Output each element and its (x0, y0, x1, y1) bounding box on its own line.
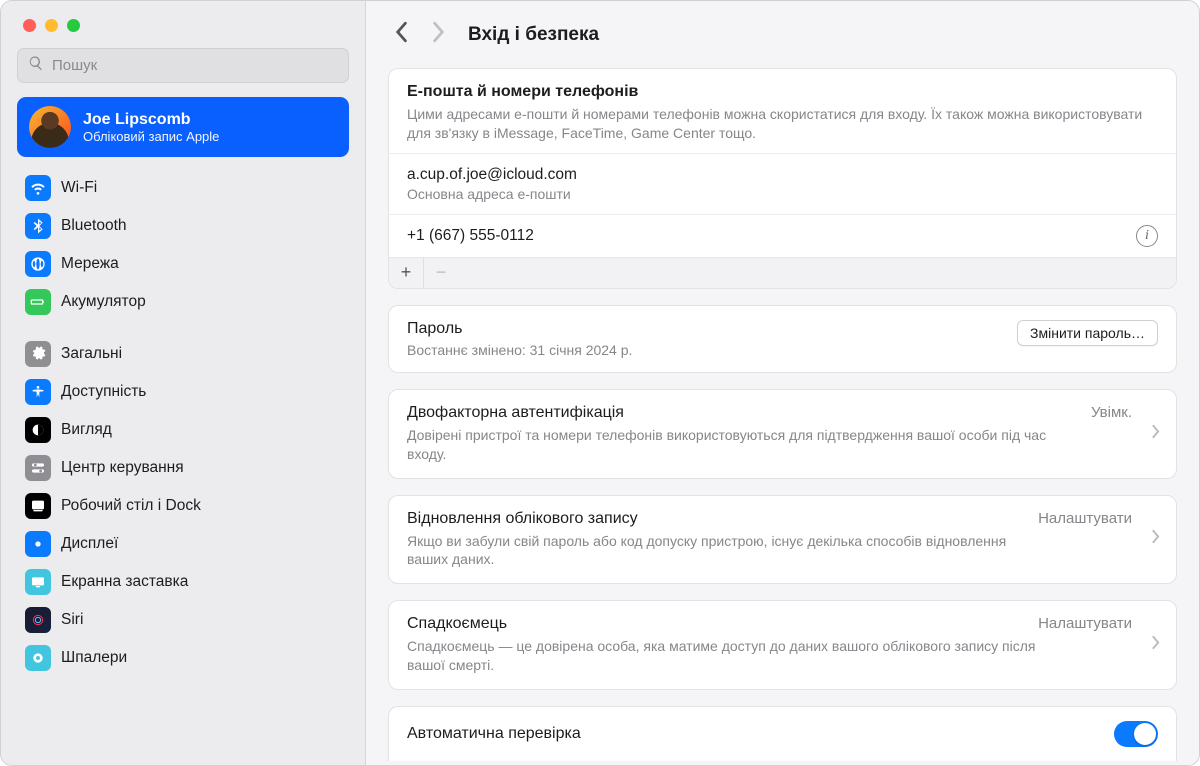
contacts-card: Е-пошта й номери телефонів Цими адресами… (388, 68, 1177, 289)
main-content: Вхід і безпека Е-пошта й номери телефоні… (366, 1, 1199, 765)
info-icon[interactable]: i (1136, 225, 1158, 247)
search-icon (28, 55, 44, 76)
globe-icon (25, 251, 51, 277)
recovery-title: Відновлення облікового запису (407, 510, 1132, 528)
change-password-button[interactable]: Змінити пароль… (1017, 320, 1158, 346)
sidebar-item-label: Загальні (61, 345, 122, 363)
sidebar-item-label: Мережа (61, 255, 119, 273)
legacy-status: Налаштувати (1038, 615, 1132, 632)
settings-window: Joe Lipscomb Обліковий запис Apple Wi-Fi… (0, 0, 1200, 766)
wifi-icon (25, 175, 51, 201)
sidebar-item-label: Акумулятор (61, 293, 146, 311)
twofa-status: Увімк. (1091, 404, 1132, 421)
password-card: Пароль Востаннє змінено: 31 січня 2024 р… (388, 305, 1177, 373)
minimize-window-button[interactable] (45, 19, 58, 32)
accessibility-icon (25, 379, 51, 405)
recovery-status: Налаштувати (1038, 510, 1132, 527)
remove-button[interactable]: − (424, 258, 458, 288)
phone-value: +1 (667) 555-0112 (407, 227, 1120, 245)
account-subtitle: Обліковий запис Apple (83, 129, 219, 144)
search-field[interactable] (17, 48, 349, 83)
page-title: Вхід і безпека (468, 24, 599, 46)
auto-verify-row: Автоматична перевірка (388, 706, 1177, 761)
wallpaper-icon (25, 645, 51, 671)
sidebar-item-screensaver[interactable]: Екранна заставка (17, 563, 349, 601)
bluetooth-icon (25, 213, 51, 239)
chevron-right-icon (1151, 635, 1160, 656)
auto-verify-toggle[interactable] (1114, 721, 1158, 747)
avatar (29, 106, 71, 148)
sidebar-item-label: Bluetooth (61, 217, 127, 235)
back-button[interactable] (394, 21, 408, 48)
screensaver-icon (25, 569, 51, 595)
sidebar-item-label: Доступність (61, 383, 146, 401)
twofa-title: Двофакторна автентифікація (407, 404, 1132, 422)
twofa-row[interactable]: Двофакторна автентифікація Увімк. Довіре… (388, 389, 1177, 479)
sidebar-item-control-center[interactable]: Центр керування (17, 449, 349, 487)
forward-button[interactable] (432, 21, 446, 48)
password-title: Пароль (407, 320, 632, 338)
email-row[interactable]: a.cup.of.joe@icloud.com Основна адреса е… (389, 153, 1176, 214)
sidebar-account-row[interactable]: Joe Lipscomb Обліковий запис Apple (17, 97, 349, 157)
sidebar-item-bluetooth[interactable]: Bluetooth (17, 207, 349, 245)
recovery-desc: Якщо ви забули свій пароль або код допус… (407, 532, 1047, 570)
sidebar-item-label: Вигляд (61, 421, 112, 439)
sidebar-item-label: Екранна заставка (61, 573, 188, 591)
sidebar-item-label: Шпалери (61, 649, 127, 667)
sidebar-item-battery[interactable]: Акумулятор (17, 283, 349, 321)
close-window-button[interactable] (23, 19, 36, 32)
sidebar-item-appearance[interactable]: Вигляд (17, 411, 349, 449)
sidebar-item-network[interactable]: Мережа (17, 245, 349, 283)
add-remove-bar: + − (389, 257, 1176, 288)
sliders-icon (25, 455, 51, 481)
dock-icon (25, 493, 51, 519)
legacy-desc: Спадкоємець — це довірена особа, яка мат… (407, 637, 1047, 675)
sidebar-item-label: Центр керування (61, 459, 184, 477)
account-name: Joe Lipscomb (83, 111, 219, 129)
window-controls (1, 1, 365, 44)
email-sublabel: Основна адреса е-пошти (407, 186, 1158, 202)
twofa-desc: Довірені пристрої та номери телефонів ви… (407, 426, 1047, 464)
sidebar-item-siri[interactable]: Siri (17, 601, 349, 639)
contacts-desc: Цими адресами е-пошти й номерами телефон… (407, 105, 1158, 143)
sidebar-item-displays[interactable]: Дисплеї (17, 525, 349, 563)
chevron-right-icon (1151, 529, 1160, 550)
sidebar-item-label: Wi-Fi (61, 179, 97, 197)
sidebar-item-label: Siri (61, 611, 83, 629)
battery-icon (25, 289, 51, 315)
auto-verify-title: Автоматична перевірка (407, 725, 581, 743)
sidebar-item-accessibility[interactable]: Доступність (17, 373, 349, 411)
legacy-row[interactable]: Спадкоємець Налаштувати Спадкоємець — це… (388, 600, 1177, 690)
sidebar-item-label: Дисплеї (61, 535, 118, 553)
legacy-title: Спадкоємець (407, 615, 1132, 633)
brightness-icon (25, 531, 51, 557)
sidebar-item-desktop-dock[interactable]: Робочий стіл і Dock (17, 487, 349, 525)
sidebar-item-wallpaper[interactable]: Шпалери (17, 639, 349, 677)
appearance-icon (25, 417, 51, 443)
search-input[interactable] (52, 57, 338, 74)
recovery-row[interactable]: Відновлення облікового запису Налаштуват… (388, 495, 1177, 585)
siri-icon (25, 607, 51, 633)
sidebar-item-label: Робочий стіл і Dock (61, 497, 201, 515)
zoom-window-button[interactable] (67, 19, 80, 32)
gear-icon (25, 341, 51, 367)
sidebar-item-wifi[interactable]: Wi-Fi (17, 169, 349, 207)
sidebar-item-general[interactable]: Загальні (17, 335, 349, 373)
password-sub: Востаннє змінено: 31 січня 2024 р. (407, 342, 632, 358)
sidebar: Joe Lipscomb Обліковий запис Apple Wi-Fi… (1, 1, 366, 765)
phone-row[interactable]: +1 (667) 555-0112 i (389, 214, 1176, 257)
email-value: a.cup.of.joe@icloud.com (407, 166, 1158, 184)
content-header: Вхід і безпека (366, 1, 1199, 62)
contacts-title: Е-пошта й номери телефонів (407, 83, 1158, 101)
chevron-right-icon (1151, 423, 1160, 444)
add-button[interactable]: + (389, 258, 423, 288)
